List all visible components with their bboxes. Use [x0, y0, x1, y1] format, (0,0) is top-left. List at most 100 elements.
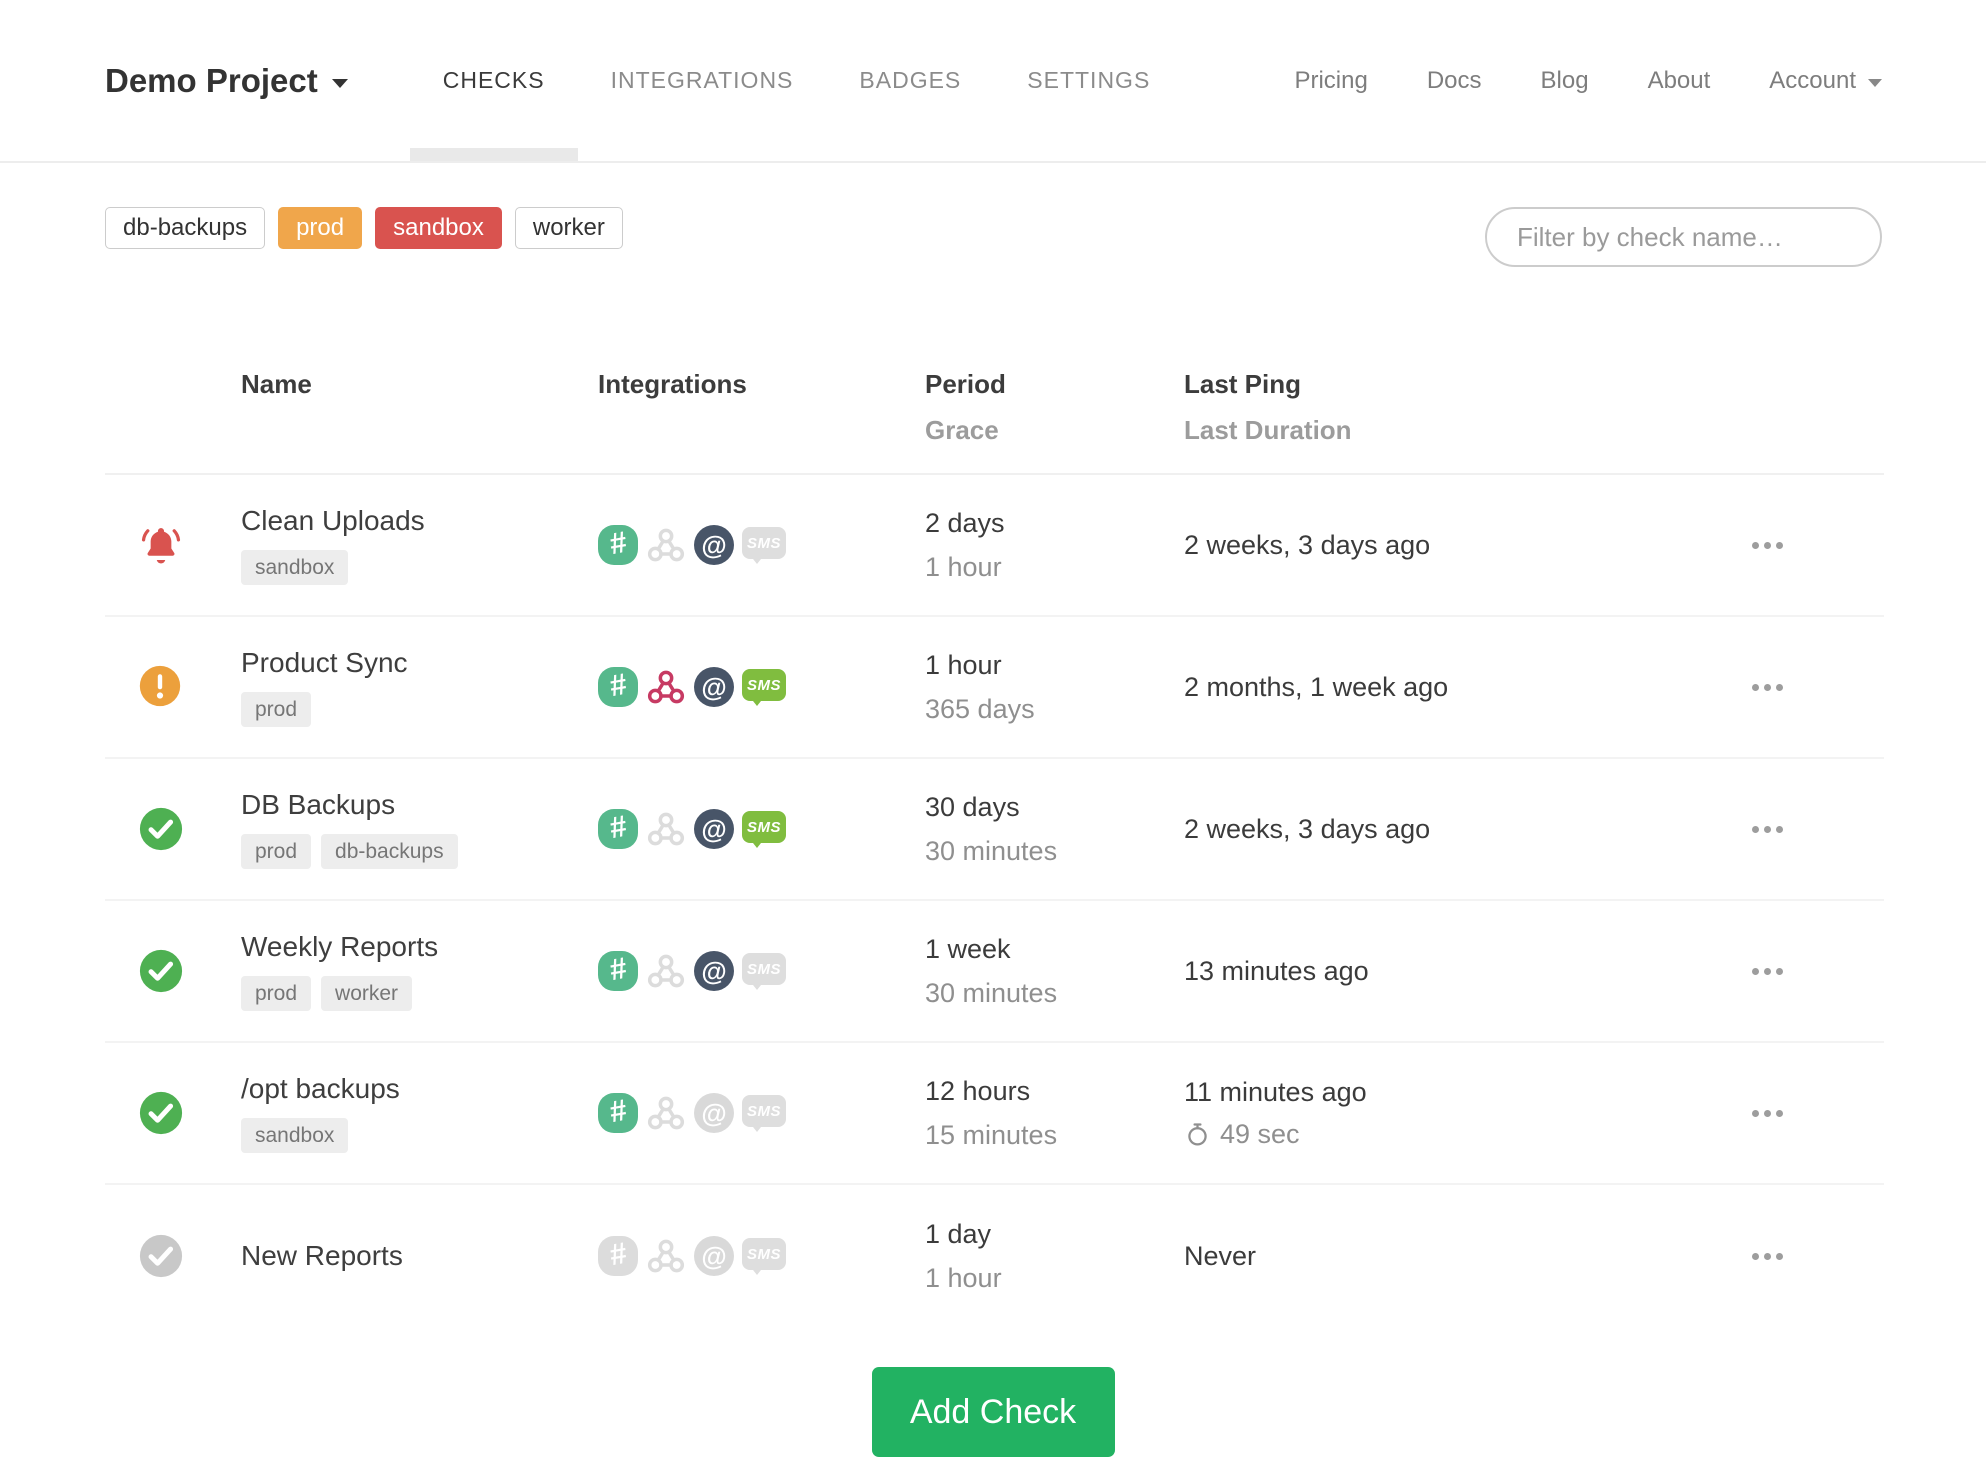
- check-last-duration: 49 sec: [1184, 1119, 1750, 1150]
- check-name[interactable]: /opt backups: [241, 1073, 598, 1105]
- check-grace: 1 hour: [925, 1262, 1002, 1293]
- slack-icon: #: [598, 809, 638, 849]
- check-row[interactable]: DB Backups prod db-backups # @ SMS 30 day…: [105, 759, 1884, 901]
- row-menu-button[interactable]: [1750, 676, 1785, 699]
- check-name[interactable]: New Reports: [241, 1240, 598, 1272]
- webhook-icon: [646, 525, 686, 565]
- check-status-icon: [138, 948, 184, 994]
- check-last-ping: Never: [1184, 1240, 1257, 1271]
- ok-check-icon: [139, 949, 183, 993]
- tab-checks[interactable]: CHECKS: [409, 0, 578, 161]
- webhook-icon: [646, 1236, 686, 1276]
- sms-icon: SMS: [742, 1238, 786, 1275]
- table-header: Name Integrations Period Grace Last Ping…: [105, 319, 1884, 475]
- check-name[interactable]: Weekly Reports: [241, 931, 598, 963]
- row-menu-button[interactable]: [1750, 1245, 1785, 1268]
- row-menu-button[interactable]: [1750, 818, 1785, 841]
- stopwatch-icon: [1188, 1122, 1207, 1146]
- check-grace: 30 minutes: [925, 977, 1058, 1008]
- slack-icon: #: [598, 951, 638, 991]
- sms-icon: SMS: [742, 953, 786, 990]
- webhook-icon: [646, 1093, 686, 1133]
- email-icon: @: [694, 525, 734, 565]
- ok-check-icon: [139, 807, 183, 851]
- check-tags: prod: [241, 692, 598, 727]
- webhook-icon: [646, 951, 686, 991]
- sms-icon: SMS: [742, 527, 786, 564]
- filter-bar: db-backups prod sandbox worker: [0, 163, 1986, 267]
- check-row[interactable]: Clean Uploads sandbox # @ SMS 2 days 1 h…: [105, 475, 1884, 617]
- check-status-icon: [138, 1090, 184, 1136]
- check-row[interactable]: New Reports # @ SMS 1 day 1 hour Never: [105, 1185, 1884, 1327]
- warning-icon: [139, 665, 181, 707]
- check-name[interactable]: Product Sync: [241, 647, 598, 679]
- email-icon: @: [694, 1236, 734, 1276]
- tab-badges[interactable]: BADGES: [826, 0, 994, 161]
- slack-icon: #: [598, 1236, 638, 1276]
- check-tag-chip: sandbox: [241, 550, 349, 585]
- link-blog[interactable]: Blog: [1541, 67, 1589, 95]
- check-grace: 30 minutes: [925, 835, 1058, 866]
- project-switcher[interactable]: Demo Project: [105, 62, 348, 100]
- check-integrations: # @ SMS: [598, 1093, 925, 1133]
- row-menu-button[interactable]: [1750, 1102, 1785, 1125]
- account-label: Account: [1769, 66, 1856, 94]
- site-links: Pricing Docs Blog About Account: [1235, 67, 1882, 95]
- row-menu-button[interactable]: [1750, 960, 1785, 983]
- add-check-area: Add Check: [0, 1367, 1986, 1457]
- row-menu-button[interactable]: [1750, 534, 1785, 557]
- slack-icon: #: [598, 1093, 638, 1133]
- email-icon: @: [694, 951, 734, 991]
- webhook-icon: [646, 667, 686, 707]
- check-name[interactable]: Clean Uploads: [241, 505, 598, 537]
- email-icon: @: [694, 809, 734, 849]
- webhook-icon: [646, 809, 686, 849]
- tag-filter-sandbox[interactable]: sandbox: [375, 207, 502, 249]
- tab-settings[interactable]: SETTINGS: [994, 0, 1183, 161]
- tag-filter-prod[interactable]: prod: [278, 207, 363, 249]
- check-integrations: # @ SMS: [598, 951, 925, 991]
- check-last-ping: 13 minutes ago: [1184, 955, 1369, 986]
- alert-bell-icon: [141, 528, 181, 564]
- ok-check-icon: [139, 1091, 183, 1135]
- check-last-ping: 11 minutes ago: [1184, 1076, 1367, 1107]
- sms-icon: SMS: [742, 669, 786, 706]
- sms-icon: SMS: [742, 811, 786, 848]
- check-row[interactable]: /opt backups sandbox # @ SMS 12 hours 15…: [105, 1043, 1884, 1185]
- check-period: 30 days: [925, 791, 1020, 822]
- checks-table: Name Integrations Period Grace Last Ping…: [105, 319, 1884, 1327]
- chevron-down-icon: [1868, 79, 1882, 87]
- check-last-ping: 2 months, 1 week ago: [1184, 671, 1449, 702]
- column-header-name: Name: [241, 369, 312, 399]
- tag-filter-db-backups[interactable]: db-backups: [105, 207, 266, 249]
- check-period: 12 hours: [925, 1075, 1031, 1106]
- link-pricing[interactable]: Pricing: [1294, 67, 1367, 95]
- add-check-button[interactable]: Add Check: [871, 1367, 1115, 1457]
- check-row[interactable]: Weekly Reports prod worker # @ SMS 1 week…: [105, 901, 1884, 1043]
- check-tag-chip: sandbox: [241, 1118, 349, 1153]
- slack-icon: #: [598, 667, 638, 707]
- slack-icon: #: [598, 525, 638, 565]
- column-header-last-ping: Last Ping Last Duration: [1184, 369, 1750, 446]
- check-last-ping: 2 weeks, 3 days ago: [1184, 529, 1431, 560]
- tag-filter-worker[interactable]: worker: [514, 207, 623, 249]
- link-about[interactable]: About: [1648, 67, 1711, 95]
- check-name[interactable]: DB Backups: [241, 789, 598, 821]
- column-header-grace: Grace: [925, 415, 999, 445]
- check-period: 1 day: [925, 1218, 992, 1249]
- check-row[interactable]: Product Sync prod # @ SMS 1 hour 365 day…: [105, 617, 1884, 759]
- column-header-period: Period Grace: [925, 369, 1184, 446]
- check-integrations: # @ SMS: [598, 1236, 925, 1276]
- link-docs[interactable]: Docs: [1427, 67, 1482, 95]
- check-integrations: # @ SMS: [598, 525, 925, 565]
- check-period: 2 days: [925, 507, 1005, 538]
- check-period: 1 hour: [925, 649, 1002, 680]
- account-menu[interactable]: Account: [1769, 67, 1882, 95]
- search-input[interactable]: [1485, 207, 1882, 267]
- column-header-integrations: Integrations: [598, 369, 747, 399]
- check-grace: 1 hour: [925, 551, 1002, 582]
- check-period: 1 week: [925, 933, 1011, 964]
- checks-table-body: Clean Uploads sandbox # @ SMS 2 days 1 h…: [105, 475, 1884, 1327]
- check-tags: prod worker: [241, 976, 598, 1011]
- tab-integrations[interactable]: INTEGRATIONS: [578, 0, 827, 161]
